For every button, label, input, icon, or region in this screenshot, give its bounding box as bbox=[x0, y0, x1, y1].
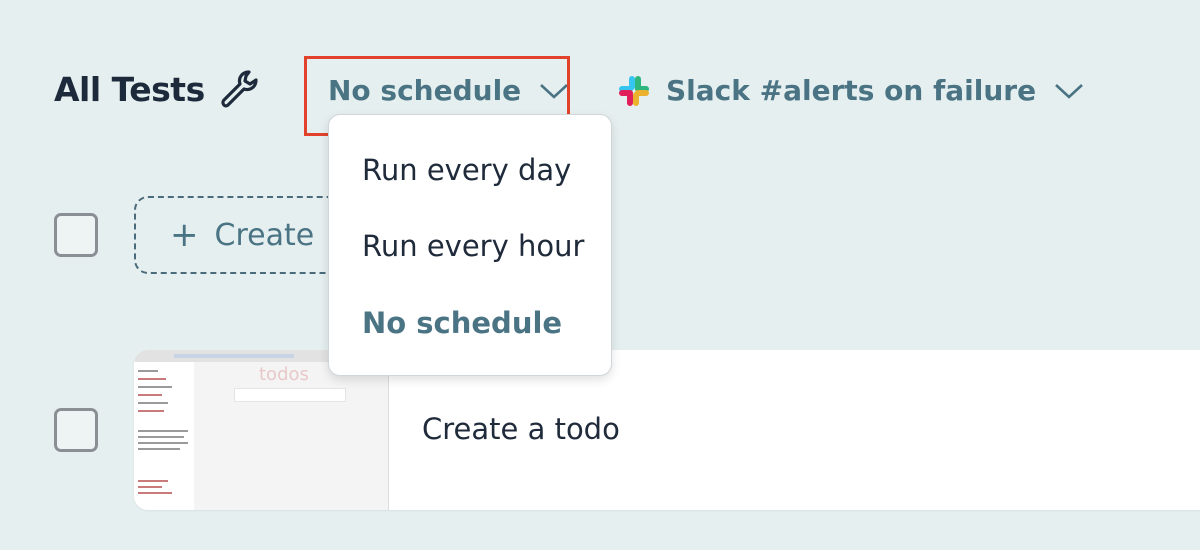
slack-icon bbox=[619, 76, 649, 106]
notification-dropdown-button[interactable]: Slack #alerts on failure bbox=[666, 74, 1084, 107]
page-title: All Tests bbox=[54, 70, 205, 109]
wrench-icon[interactable] bbox=[216, 66, 266, 112]
create-label: Create bbox=[214, 217, 315, 253]
select-all-checkbox[interactable] bbox=[54, 213, 98, 257]
thumbnail-todos-heading: todos bbox=[259, 364, 309, 385]
schedule-dropdown-menu: Run every day Run every hour No schedule bbox=[328, 114, 612, 376]
option-run-every-day[interactable]: Run every day bbox=[362, 153, 571, 187]
test-row[interactable]: todos Create a todo bbox=[134, 350, 1200, 510]
option-no-schedule[interactable]: No schedule bbox=[362, 306, 562, 340]
test-row-checkbox[interactable] bbox=[54, 408, 98, 452]
schedule-label: No schedule bbox=[328, 74, 522, 107]
notification-label: Slack #alerts on failure bbox=[666, 74, 1037, 107]
chevron-down-icon bbox=[1055, 83, 1083, 99]
plus-icon: + bbox=[170, 215, 199, 255]
test-name[interactable]: Create a todo bbox=[422, 412, 620, 446]
option-run-every-hour[interactable]: Run every hour bbox=[362, 229, 584, 263]
chevron-down-icon bbox=[540, 83, 569, 99]
schedule-dropdown-button[interactable]: No schedule bbox=[328, 74, 569, 107]
